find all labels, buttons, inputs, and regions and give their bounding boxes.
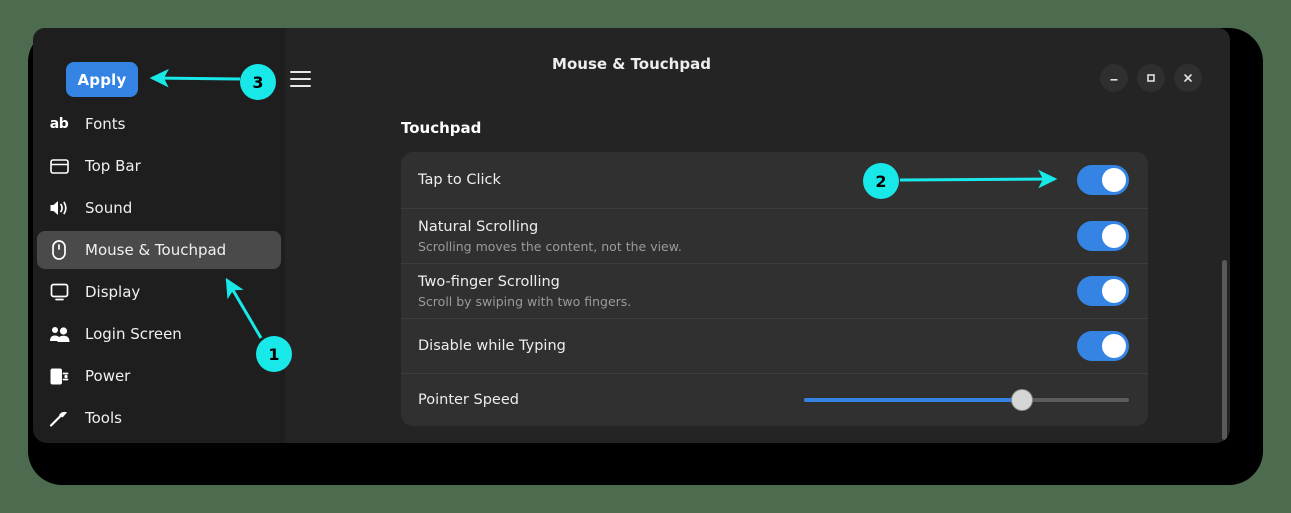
row-title: Pointer Speed — [418, 392, 519, 408]
natural-scrolling-toggle[interactable] — [1077, 221, 1129, 251]
apply-button[interactable]: Apply — [66, 62, 138, 97]
pointer-speed-slider[interactable] — [804, 389, 1129, 411]
row-title: Natural Scrolling — [418, 218, 539, 235]
setting-row-pointer-speed: Pointer Speed — [401, 373, 1148, 426]
row-title: Disable while Typing — [418, 338, 566, 354]
setting-row-disable-while-typing: Disable while Typing — [401, 318, 1148, 373]
setting-row-two-finger-scrolling: Two-finger Scrolling Scroll by swiping w… — [401, 263, 1148, 318]
section-title: Touchpad — [401, 119, 482, 137]
sidebar-item-label: Power — [85, 367, 131, 385]
toggle-knob — [1102, 334, 1126, 358]
fonts-icon: ab — [49, 116, 69, 132]
setting-row-natural-scrolling: Natural Scrolling Scrolling moves the co… — [401, 208, 1148, 263]
sidebar-item-label: Top Bar — [85, 157, 141, 175]
sidebar-item-label: Sound — [85, 199, 133, 217]
hamburger-menu-icon[interactable] — [285, 64, 315, 94]
menu-bar-2 — [289, 78, 311, 80]
row-texts: Tap to Click — [418, 170, 1077, 190]
minimize-icon[interactable] — [1100, 64, 1128, 92]
row-texts: Disable while Typing — [418, 336, 1077, 356]
close-icon[interactable] — [1174, 64, 1202, 92]
sidebar-item-label: Mouse & Touchpad — [85, 241, 227, 259]
mouse-icon — [48, 239, 70, 261]
setting-row-tap-to-click: Tap to Click — [401, 152, 1148, 208]
row-texts: Pointer Speed — [418, 390, 804, 410]
tap-to-click-toggle[interactable] — [1077, 165, 1129, 195]
content-scrollbar[interactable] — [1222, 260, 1227, 440]
settings-card: Tap to Click Natural Scrolling Scrolling… — [401, 152, 1148, 426]
two-finger-scrolling-toggle[interactable] — [1077, 276, 1129, 306]
sidebar-item-mouse-touchpad[interactable]: Mouse & Touchpad — [37, 231, 281, 269]
sidebar-item-top-bar[interactable]: Top Bar — [37, 147, 281, 185]
sidebar-item-label: Tools — [85, 409, 122, 427]
row-texts: Natural Scrolling Scrolling moves the co… — [418, 217, 1077, 256]
display-icon — [48, 281, 70, 303]
sidebar-item-label: Display — [85, 283, 141, 301]
sidebar-item-login-screen[interactable]: Login Screen — [37, 315, 281, 353]
menu-bar-3 — [289, 85, 311, 87]
row-texts: Two-finger Scrolling Scroll by swiping w… — [418, 272, 1077, 311]
menu-bar-1 — [289, 71, 311, 73]
sidebar-item-sound[interactable]: Sound — [37, 189, 281, 227]
sidebar-item-label: Login Screen — [85, 325, 182, 343]
row-title: Tap to Click — [418, 172, 501, 188]
slider-handle[interactable] — [1010, 389, 1033, 411]
slider-fill — [804, 398, 1022, 402]
sidebar-item-display[interactable]: Display — [37, 273, 281, 311]
disable-while-typing-toggle[interactable] — [1077, 331, 1129, 361]
top-bar-icon — [48, 155, 70, 177]
login-screen-icon — [48, 323, 70, 345]
sidebar: ab Fonts Top Bar Sound Mouse & Touchpad … — [33, 100, 285, 443]
sidebar-item-power[interactable]: Power — [37, 357, 281, 395]
sidebar-item-tools[interactable]: Tools — [37, 399, 281, 437]
maximize-icon[interactable] — [1137, 64, 1165, 92]
content-area: Touchpad Tap to Click Natural Scrolling … — [285, 100, 1230, 443]
power-icon — [48, 365, 70, 387]
sidebar-item-fonts[interactable]: ab Fonts — [37, 105, 281, 143]
sound-icon — [48, 197, 70, 219]
row-title: Two-finger Scrolling — [418, 273, 560, 290]
row-subtitle: Scrolling moves the content, not the vie… — [418, 238, 682, 254]
titlebar: Mouse & Touchpad Apply — [33, 28, 1230, 100]
tools-icon — [48, 407, 70, 429]
toggle-knob — [1102, 168, 1126, 192]
row-subtitle: Scroll by swiping with two fingers. — [418, 293, 632, 309]
toggle-knob — [1102, 279, 1126, 303]
toggle-knob — [1102, 224, 1126, 248]
sidebar-item-label: Fonts — [85, 115, 126, 133]
